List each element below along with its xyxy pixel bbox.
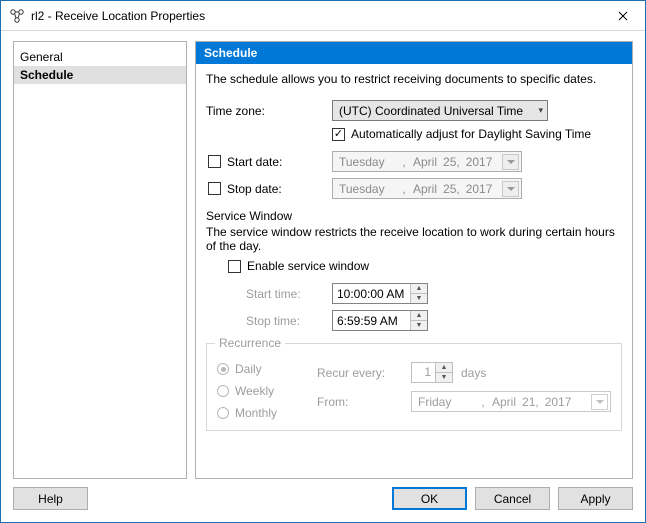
ok-button[interactable]: OK (392, 487, 467, 510)
start-time-label: Start time: (206, 287, 332, 301)
spinner-buttons[interactable]: ▲▼ (435, 363, 452, 382)
dst-label: Automatically adjust for Daylight Saving… (351, 127, 591, 141)
start-date-checkbox[interactable] (208, 155, 221, 168)
titlebar: rl2 - Receive Location Properties (1, 1, 645, 31)
app-icon (9, 8, 25, 24)
enable-service-window-label: Enable service window (247, 259, 369, 273)
enable-service-window-checkbox[interactable] (228, 260, 241, 273)
cancel-button[interactable]: Cancel (475, 487, 550, 510)
content-panel: Schedule The schedule allows you to rest… (195, 41, 633, 479)
dst-checkbox[interactable] (332, 128, 345, 141)
start-date-label: Start date: (227, 155, 282, 169)
service-window-title: Service Window (206, 209, 622, 223)
close-button[interactable] (601, 1, 645, 30)
help-button[interactable]: Help (13, 487, 88, 510)
start-time-input[interactable]: ▲▼ (332, 283, 428, 304)
recur-every-input[interactable]: 1 ▲▼ (411, 362, 453, 383)
timezone-select[interactable]: (UTC) Coordinated Universal Time ▾ (332, 100, 548, 121)
service-window-desc: The service window restricts the receive… (206, 225, 622, 253)
recurrence-legend: Recurrence (215, 336, 285, 350)
sidebar-item-general[interactable]: General (14, 48, 186, 66)
category-list[interactable]: General Schedule (13, 41, 187, 479)
recur-every-label: Recur every: (317, 366, 403, 380)
recurrence-monthly-radio[interactable] (217, 407, 229, 419)
panel-header: Schedule (196, 42, 632, 64)
spinner-buttons[interactable]: ▲▼ (410, 311, 427, 330)
chevron-down-icon: ▾ (538, 105, 543, 116)
panel-description: The schedule allows you to restrict rece… (206, 72, 622, 86)
recurrence-daily-radio[interactable] (217, 363, 229, 375)
spinner-buttons[interactable]: ▲▼ (410, 284, 427, 303)
stop-date-picker[interactable]: Tuesday, April 25, 2017 (332, 178, 522, 199)
sidebar-item-schedule[interactable]: Schedule (14, 66, 186, 84)
start-date-picker[interactable]: Tuesday, April 25, 2017 (332, 151, 522, 172)
stop-time-input[interactable]: ▲▼ (332, 310, 428, 331)
window-title: rl2 - Receive Location Properties (31, 9, 601, 23)
button-bar: Help OK Cancel Apply (13, 487, 633, 510)
apply-button[interactable]: Apply (558, 487, 633, 510)
recur-unit: days (461, 366, 486, 380)
recurrence-weekly-radio[interactable] (217, 385, 229, 397)
stop-date-checkbox[interactable] (208, 182, 221, 195)
client-area: General Schedule Schedule The schedule a… (1, 31, 645, 522)
recur-from-label: From: (317, 395, 403, 409)
timezone-label: Time zone: (206, 104, 332, 118)
stop-time-label: Stop time: (206, 314, 332, 328)
calendar-dropdown-icon[interactable] (502, 181, 519, 197)
timezone-value: (UTC) Coordinated Universal Time (339, 104, 523, 118)
recurrence-group: Recurrence Daily Weekly Monthly Recur ev… (206, 343, 622, 431)
dialog-window: rl2 - Receive Location Properties Genera… (0, 0, 646, 523)
recur-from-date-picker[interactable]: Friday, April 21, 2017 (411, 391, 611, 412)
calendar-dropdown-icon[interactable] (502, 154, 519, 170)
stop-date-label: Stop date: (227, 182, 282, 196)
